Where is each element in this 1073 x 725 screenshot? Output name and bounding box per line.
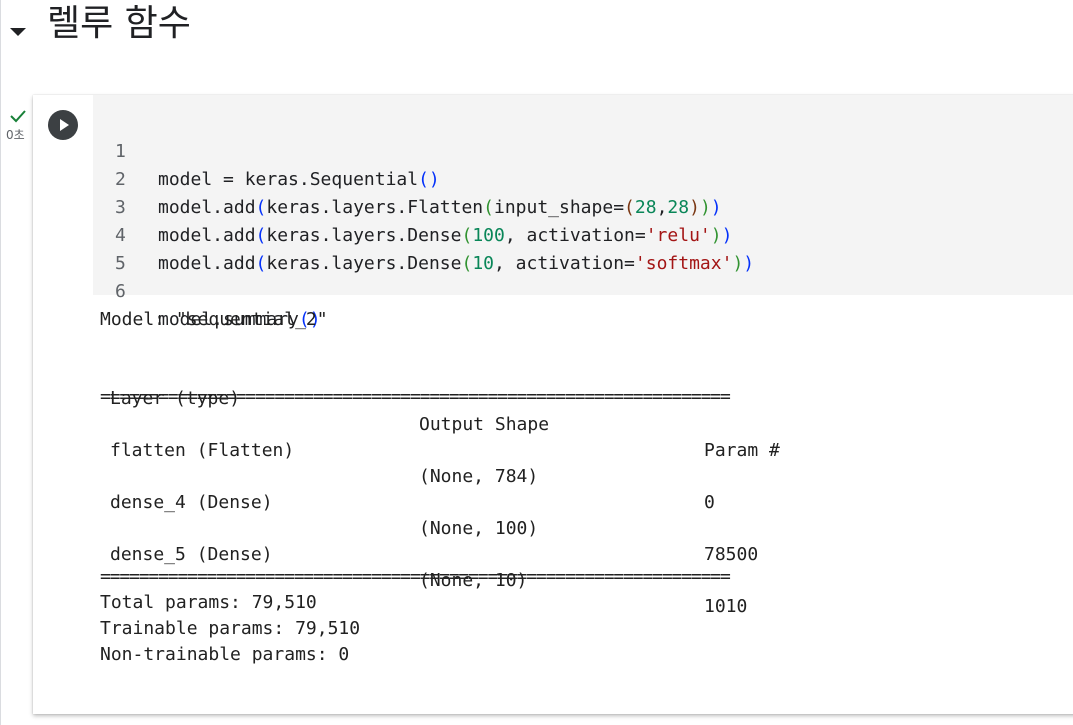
dash-divider: ________________________________________… [100, 679, 731, 695]
code-line: 1 model = keras.Sequential() [93, 110, 440, 190]
code-cell[interactable]: 1 model = keras.Sequential() 2 model.add… [33, 95, 1073, 714]
run-cell-button[interactable] [48, 110, 78, 140]
play-icon [60, 119, 69, 131]
section-header: 렐루 함수 [0, 0, 1073, 50]
total-params: Total params: 79,510 [100, 592, 317, 613]
row-layer: dense_4 (Dense) [110, 492, 273, 513]
row-params: 1010 [704, 596, 748, 617]
dash-divider: ________________________________________… [100, 339, 731, 355]
execution-time: 0초 [6, 128, 25, 142]
row-layer: dense_5 (Dense) [110, 544, 273, 565]
eq-divider: ========================================… [100, 389, 731, 405]
summary-row: dense_4 (Dense) (None, 100) 78500 [100, 464, 816, 565]
summary-row: flatten (Flatten) (None, 784) 0 [100, 412, 816, 513]
eq-divider: ========================================… [100, 569, 731, 585]
code-text: model.add(keras.layers.Flatten(input_sha… [158, 197, 722, 218]
code-line: 3 model.add(keras.layers.Dense(100, acti… [93, 166, 732, 246]
model-name: Model: "sequential_2" [100, 309, 328, 330]
code-text: model.add(keras.layers.Dense(10, activat… [158, 253, 755, 274]
row-layer: flatten (Flatten) [110, 440, 295, 461]
check-icon [9, 108, 27, 127]
trainable-params: Trainable params: 79,510 [100, 618, 361, 639]
section-title: 렐루 함수 [47, 3, 191, 44]
row-params: 78500 [704, 544, 759, 565]
code-line: 6 model.summary() [93, 250, 321, 330]
code-text: model.add(keras.layers.Dense(100, activa… [158, 225, 733, 246]
header-params: Param # [704, 440, 780, 461]
code-text: model = keras.Sequential() [158, 169, 440, 190]
summary-row: dense_5 (Dense) (None, 10) 1010 [100, 516, 816, 617]
cell-gutter [33, 95, 93, 295]
code-line: 2 model.add(keras.layers.Flatten(input_s… [93, 138, 722, 218]
code-line: 5 [93, 222, 158, 274]
non-trainable-params: Non-trainable params: 0 [100, 644, 350, 665]
line-number: 6 [115, 281, 126, 302]
code-line: 4 model.add(keras.layers.Dense(10, activ… [93, 194, 754, 274]
left-divider [0, 0, 1, 725]
row-params: 0 [704, 492, 715, 513]
code-editor[interactable]: 1 model = keras.Sequential() 2 model.add… [93, 95, 1073, 330]
collapse-triangle-icon[interactable] [9, 22, 27, 41]
summary-header: Layer (type) Output Shape Param # [100, 360, 816, 461]
